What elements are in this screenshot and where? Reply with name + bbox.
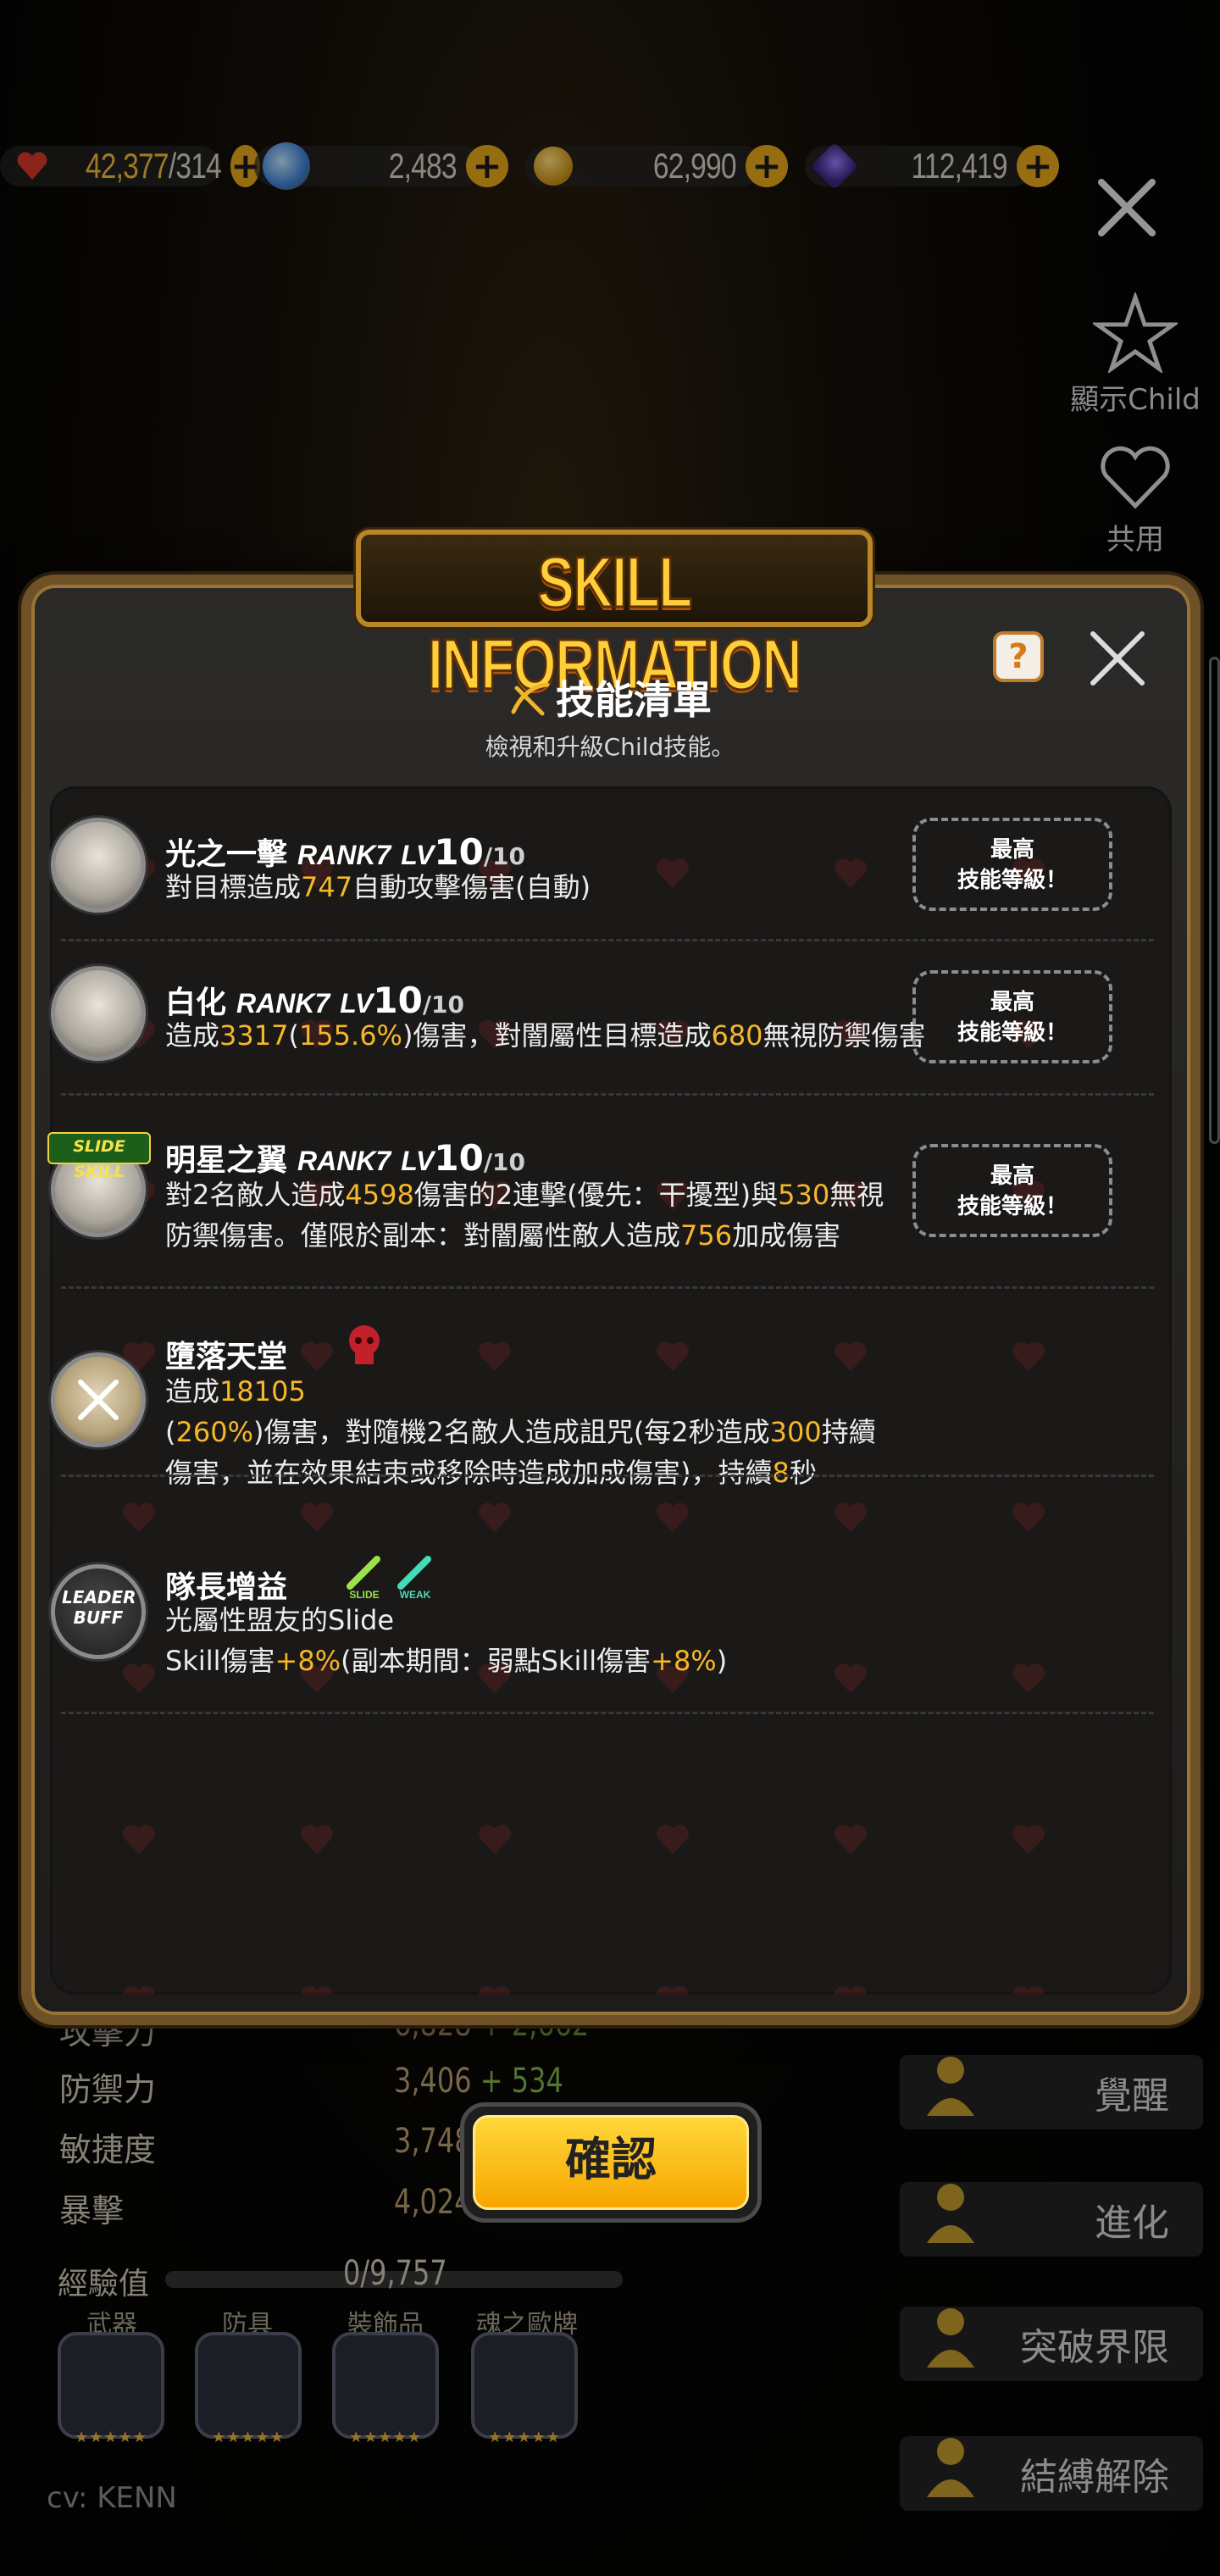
leader-buff-label: LEADER BUFF <box>62 1587 136 1628</box>
skill-info-modal <box>21 575 1201 2025</box>
svg-text:WEAK: WEAK <box>400 1589 431 1600</box>
leader-buff-icon: LEADER BUFF <box>51 1564 146 1659</box>
section-title-text: 技能清單 <box>556 677 712 723</box>
skill-portrait-icon <box>51 966 146 1061</box>
skill-title: 明星之翼 RANK7 LV10/10 <box>165 1137 526 1179</box>
divider <box>61 1093 1154 1096</box>
section-subtitle: 檢視和升級Child技能。 <box>485 733 735 761</box>
skill-description: 對目標造成747自動攻擊傷害(自動) <box>165 871 591 903</box>
skill-description-line-1: 造成18105 <box>165 1375 306 1407</box>
curse-skull-icon <box>349 1325 380 1364</box>
max-skill-level-badge: 最高 技能等級！ <box>912 970 1112 1063</box>
modal-title-plate: SKILL INFORMATION <box>356 530 873 706</box>
confirm-label: 確認 <box>473 2115 749 2210</box>
skill-description-line-2: (260%)傷害，對隨機2名敵人造成詛咒(每2秒造成300持續 <box>165 1416 876 1448</box>
skill-description-line-2: Skill傷害+8%(副本期間：弱點Skill傷害+8%) <box>165 1645 728 1677</box>
skill-row-5[interactable]: LEADER BUFF 隊長增益 SLIDE WEAK 光屬性盟友的Slide … <box>51 1552 1169 1696</box>
max-skill-level-badge: 最高 技能等級！ <box>912 818 1112 911</box>
divider <box>61 1474 1154 1477</box>
slide-skill-badge: SLIDE SKILL <box>47 1132 151 1181</box>
section-title: 技能清單 <box>0 669 1220 725</box>
divider <box>61 939 1154 941</box>
skill-description-line-2: 防禦傷害。僅限於副本：對闇屬性敵人造成756加成傷害 <box>165 1219 841 1252</box>
max-skill-level-badge: 最高 技能等級！ <box>912 1144 1112 1237</box>
weak-sword-icon: WEAK <box>397 1556 431 1600</box>
sword-swoosh-icon <box>511 682 550 716</box>
skill-title: 墮落天堂 <box>165 1340 288 1374</box>
skill-description: 造成3317(155.6%)傷害，對闇屬性目標造成680無視防禦傷害 <box>165 1019 926 1052</box>
scrollbar[interactable] <box>1209 657 1220 1144</box>
divider <box>61 1286 1154 1289</box>
skill-description-line-1: 對2名敵人造成4598傷害的2連擊(優先：干擾型)與530無視 <box>165 1179 884 1211</box>
confirm-button[interactable]: 確認 <box>464 2107 757 2218</box>
divider <box>61 1712 1154 1714</box>
skill-description-line-3: 傷害，並在效果結束或移除時造成加成傷害)，持續8秒 <box>165 1457 817 1489</box>
skill-portrait-icon <box>51 818 146 913</box>
crossed-swords-icon <box>51 1352 146 1447</box>
slide-sword-icon: SLIDE <box>347 1556 380 1600</box>
skill-row-4[interactable]: 墮落天堂 造成18105 (260%)傷害，對隨機2名敵人造成詛咒(每2秒造成3… <box>51 1322 1169 1500</box>
svg-text:SLIDE: SLIDE <box>349 1589 379 1600</box>
skill-description-line-1: 光屬性盟友的Slide <box>165 1604 395 1636</box>
